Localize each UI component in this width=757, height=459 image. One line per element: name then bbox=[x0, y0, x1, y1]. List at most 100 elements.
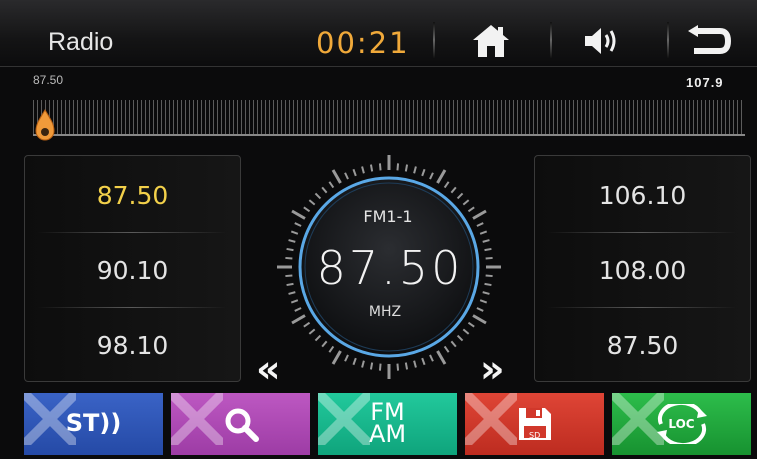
dial-tick bbox=[321, 340, 328, 348]
volume-button[interactable] bbox=[580, 22, 626, 60]
sd-label: SD bbox=[529, 431, 541, 440]
decor-x bbox=[318, 393, 370, 445]
dial-tick bbox=[404, 164, 409, 172]
volume-icon bbox=[585, 28, 616, 54]
stereo-label: ST)) bbox=[65, 409, 122, 438]
dial-tick bbox=[421, 168, 426, 177]
dial-tick bbox=[321, 186, 328, 194]
dial-tick bbox=[421, 357, 426, 366]
dial-tick bbox=[450, 186, 457, 194]
frequency-unit: MHZ bbox=[368, 304, 402, 320]
search-icon bbox=[225, 408, 259, 442]
dial-tick bbox=[450, 340, 457, 348]
dial-tick bbox=[285, 274, 293, 278]
scale-baseline bbox=[33, 134, 745, 136]
dial-tick bbox=[361, 166, 365, 174]
tuner-slider-knob[interactable] bbox=[35, 108, 55, 147]
fm-am-label: FM AM bbox=[368, 401, 407, 448]
top-bar: Radio 00:21 bbox=[0, 0, 757, 67]
separator bbox=[667, 22, 669, 58]
dial-tick bbox=[472, 314, 487, 325]
save-button[interactable]: SD bbox=[465, 393, 604, 455]
dial-tick bbox=[352, 168, 357, 177]
dial-tick bbox=[436, 169, 447, 184]
dial-tick bbox=[482, 291, 490, 295]
preset-left-1[interactable]: 87.50 bbox=[25, 158, 240, 232]
dial-tick bbox=[308, 328, 316, 335]
search-button[interactable] bbox=[171, 393, 310, 455]
dial-tick bbox=[288, 239, 296, 243]
seek-next-button[interactable]: » bbox=[480, 350, 505, 388]
dial-tick bbox=[328, 181, 335, 189]
dial-tick bbox=[294, 222, 302, 227]
dial-tick bbox=[308, 199, 316, 206]
dial-tick bbox=[429, 172, 434, 180]
preset-left-3[interactable]: 98.10 bbox=[25, 308, 240, 382]
dial-tick bbox=[413, 360, 417, 368]
frequency-scale[interactable] bbox=[33, 100, 745, 134]
scale-min-label: 87.50 bbox=[33, 73, 64, 87]
dial-tick bbox=[290, 230, 299, 235]
dial-tick bbox=[484, 247, 492, 252]
home-button[interactable] bbox=[470, 22, 512, 60]
separator bbox=[433, 22, 435, 58]
fm-am-button[interactable]: FM AM bbox=[318, 393, 457, 455]
dial-tick bbox=[378, 163, 382, 171]
separator bbox=[550, 22, 552, 58]
back-button[interactable] bbox=[686, 22, 732, 60]
dial-tick bbox=[479, 299, 488, 304]
current-frequency: 87.50 bbox=[316, 241, 464, 295]
dial-tick bbox=[476, 307, 484, 312]
dial-tick bbox=[331, 350, 342, 365]
dial-tick bbox=[328, 345, 335, 353]
stereo-button[interactable]: ST)) bbox=[24, 393, 163, 455]
dial-tick bbox=[467, 321, 475, 328]
back-icon bbox=[688, 25, 732, 54]
loc-label: LOC bbox=[668, 417, 695, 431]
dial-tick bbox=[485, 256, 493, 260]
preset-right-3[interactable]: 87.50 bbox=[535, 308, 750, 382]
dial-tick bbox=[396, 363, 400, 371]
dial-tick bbox=[396, 163, 400, 171]
home-icon bbox=[473, 25, 509, 57]
dial-tick bbox=[378, 363, 382, 371]
preset-panel-right: 106.10 108.00 87.50 bbox=[534, 155, 751, 382]
dial-tick bbox=[314, 334, 322, 342]
dial-tick bbox=[404, 362, 409, 370]
app-title: Radio bbox=[48, 28, 114, 56]
dial-tick bbox=[456, 192, 464, 200]
preset-left-2[interactable]: 90.10 bbox=[25, 233, 240, 307]
preset-right-1[interactable]: 106.10 bbox=[535, 158, 750, 232]
dial-tick bbox=[290, 299, 299, 304]
dial-tick bbox=[369, 362, 374, 370]
tuner-knob-icon bbox=[35, 109, 55, 141]
dial-tick bbox=[294, 307, 302, 312]
dial-tick bbox=[286, 247, 294, 252]
dial-tick bbox=[484, 282, 492, 287]
dial-tick bbox=[485, 274, 493, 278]
local-button[interactable]: LOC bbox=[612, 393, 751, 455]
dial-tick bbox=[479, 230, 488, 235]
dial-tick bbox=[344, 172, 349, 180]
preset-right-2[interactable]: 108.00 bbox=[535, 233, 750, 307]
dial-tick bbox=[314, 192, 322, 200]
dial-tick bbox=[303, 206, 311, 213]
dial-tick bbox=[443, 345, 450, 353]
band-label: FM1-1 bbox=[363, 207, 413, 226]
dial-tick bbox=[285, 256, 293, 260]
preset-panel-left: 87.50 90.10 98.10 bbox=[24, 155, 241, 382]
dial-tick bbox=[291, 314, 306, 325]
function-bar: ST)) FM AM SD LOC bbox=[24, 393, 752, 455]
dial-tick bbox=[352, 357, 357, 366]
dial-tick bbox=[331, 169, 342, 184]
am-label: AM bbox=[368, 420, 407, 448]
dial-tick bbox=[462, 328, 470, 335]
scale-max-label: 107.9 bbox=[686, 75, 724, 90]
dial-tick bbox=[361, 360, 365, 368]
dial-tick bbox=[482, 239, 490, 243]
decor-x bbox=[171, 393, 223, 445]
dial-tick bbox=[286, 282, 294, 287]
seek-prev-button[interactable]: « bbox=[256, 350, 281, 388]
dial-tick bbox=[462, 199, 470, 206]
dial-tick bbox=[413, 166, 417, 174]
